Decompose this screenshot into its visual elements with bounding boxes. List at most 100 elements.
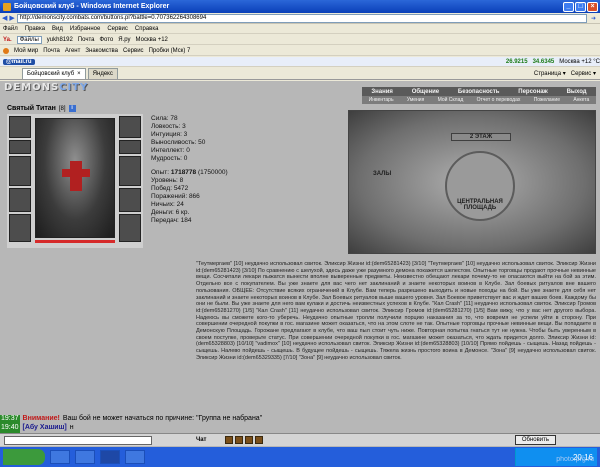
menu-view[interactable]: Вид	[52, 26, 63, 32]
chat-label: Чат	[196, 437, 207, 443]
traffic-link[interactable]: Пробки (Мск) 7	[149, 48, 191, 54]
go-icon[interactable]: ➜	[587, 15, 600, 22]
nav-knowledge[interactable]: Знания	[371, 89, 393, 95]
subnav-profile[interactable]: Анкета	[573, 97, 589, 103]
taskbar-app[interactable]	[75, 450, 95, 464]
hp-bar	[35, 240, 115, 243]
close-icon[interactable]: ×	[587, 1, 598, 12]
stat-money: Деньги: 6 кр.	[151, 209, 190, 216]
taskbar-app[interactable]	[125, 450, 145, 464]
armor-slot[interactable]	[9, 188, 31, 212]
minimize-icon[interactable]: _	[563, 1, 574, 12]
photo-link[interactable]: Фото	[99, 37, 113, 43]
maximize-icon[interactable]: □	[575, 1, 586, 12]
menu-tools[interactable]: Сервис	[107, 26, 128, 32]
stat-level: Уровень: 8	[151, 177, 184, 184]
page-content: DEMONSCITY Знания Общение Безопасность П…	[0, 81, 600, 453]
mailru-logo[interactable]: @mail.ru	[3, 58, 35, 65]
window-controls: _ □ ×	[563, 1, 598, 12]
tab-bar: Бойцовский клуб × Яндекс Страница ▾ Серв…	[0, 68, 600, 80]
stats-panel: Сила: 78 Ловкость: 3 Интуиция: 3 Выносли…	[151, 115, 228, 225]
map-floor-label[interactable]: 2 ЭТАЖ	[451, 133, 511, 141]
filter-icon[interactable]	[234, 436, 243, 444]
tab-yandex[interactable]: Яндекс	[87, 68, 118, 79]
usd-rate: 26.9215	[505, 58, 528, 65]
menu-help[interactable]: Справка	[135, 26, 159, 32]
tab-close-icon[interactable]: ×	[77, 69, 81, 79]
city-map[interactable]: 2 ЭТАЖ ЗАЛЫ ЦЕНТРАЛЬНАЯ ПЛОЩАДЬ	[348, 110, 596, 254]
info-icon[interactable]: i	[68, 105, 76, 112]
subnav-inventory[interactable]: Инвентарь	[369, 97, 394, 103]
belt-slot[interactable]	[9, 214, 31, 242]
user-login[interactable]: yukh8192	[47, 37, 73, 43]
tab-label: Бойцовский клуб	[27, 71, 75, 77]
ie-app-icon	[3, 2, 11, 11]
url-input[interactable]: http://demonscity.combats.com/buttons.pl…	[16, 13, 587, 23]
service-link[interactable]: Сервис	[123, 48, 144, 54]
stat-intellect: Интеллект: 0	[151, 147, 190, 154]
nav-chat[interactable]: Общение	[412, 89, 439, 95]
chat-icons	[224, 436, 263, 444]
chat-warning-label: Внимание!	[22, 415, 60, 422]
ring-slot-1[interactable]	[119, 140, 141, 154]
menu-favorites[interactable]: Избранное	[70, 26, 100, 32]
boots-slot[interactable]	[119, 214, 141, 242]
chat-time[interactable]: 19:40	[0, 424, 20, 433]
mailru-search-toolbar: @mail.ru 26.9215 34.6345 Москва +12 °C	[0, 57, 600, 67]
back-icon[interactable]: ◀	[2, 14, 7, 22]
menu-edit[interactable]: Правка	[25, 26, 45, 32]
page-menu[interactable]: Страница ▾ Сервис ▾	[534, 70, 600, 77]
tab-label: Яндекс	[92, 71, 113, 77]
nav-security[interactable]: Безопасность	[458, 89, 500, 95]
map-center-label[interactable]: ЦЕНТРАЛЬНАЯ ПЛОЩАДЬ	[447, 199, 513, 211]
main-nav: Знания Общение Безопасность Персонаж Вых…	[362, 87, 596, 96]
files-dropdown[interactable]: Файлы	[16, 35, 42, 44]
sub-nav: Инвентарь Умения Мой Склад Отчет о перев…	[362, 96, 596, 104]
gloves-slot[interactable]	[119, 156, 141, 186]
subnav-storage[interactable]: Мой Склад	[438, 97, 464, 103]
taskbar-app-ie[interactable]	[100, 450, 120, 464]
mymir-link[interactable]: Мой мир	[14, 48, 38, 54]
agent-link[interactable]: Агент	[65, 48, 80, 54]
settings-icon[interactable]	[254, 436, 263, 444]
helmet-slot[interactable]	[9, 116, 31, 138]
subnav-wishes[interactable]: Пожелание	[534, 97, 560, 103]
menu-file[interactable]: Файл	[3, 26, 18, 32]
mail-link[interactable]: Почта	[78, 37, 95, 43]
stat-transfers: Передач: 184	[151, 217, 192, 224]
weapon-slot[interactable]	[9, 156, 31, 186]
stat-losses: Поражений: 866	[151, 193, 200, 200]
refresh-button[interactable]: Обновить	[514, 435, 556, 445]
stat-endurance: Выносливость: 50	[151, 139, 206, 146]
chat-message: 19:37 Внимание! Ваш бой не может начатьс…	[0, 415, 400, 424]
clear-icon[interactable]	[244, 436, 253, 444]
yandex-logo[interactable]: Ya.	[3, 37, 12, 43]
subnav-transfers[interactable]: Отчет о переводах	[477, 97, 521, 103]
dating-link[interactable]: Знакомства	[85, 48, 118, 54]
stat-wins: Побед: 5472	[151, 185, 189, 192]
shield-slot[interactable]	[119, 188, 141, 212]
stat-strength: Сила: 78	[151, 115, 178, 122]
taskbar-app[interactable]	[50, 450, 70, 464]
stat-agility: Ловкость: 3	[151, 123, 186, 130]
amulet-slot[interactable]	[9, 140, 31, 154]
start-button[interactable]	[3, 449, 45, 465]
chat-time[interactable]: 19:37	[0, 415, 20, 424]
mymir-icon	[3, 47, 9, 54]
map-halls-label[interactable]: ЗАЛЫ	[373, 171, 391, 177]
equipment-panel	[7, 114, 143, 248]
smile-icon[interactable]	[224, 436, 233, 444]
chat-nick[interactable]: [Абу Хашиш]	[23, 424, 67, 433]
site-logo[interactable]: DEMONSCITY	[4, 82, 88, 93]
nav-exit[interactable]: Выход	[567, 89, 587, 95]
nav-character[interactable]: Персонаж	[518, 89, 548, 95]
forward-icon[interactable]: ▶	[9, 14, 14, 22]
weather-link[interactable]: Москва +12	[136, 37, 168, 43]
chat-input[interactable]	[4, 435, 152, 445]
yaru-link[interactable]: Я.ру	[118, 37, 130, 43]
subnav-skills[interactable]: Умения	[407, 97, 424, 103]
tab-combats[interactable]: Бойцовский клуб ×	[22, 68, 86, 79]
chat-input-row: Чат Обновить	[0, 433, 600, 446]
earring-slot[interactable]	[119, 116, 141, 138]
mail2-link[interactable]: Почта	[43, 48, 60, 54]
